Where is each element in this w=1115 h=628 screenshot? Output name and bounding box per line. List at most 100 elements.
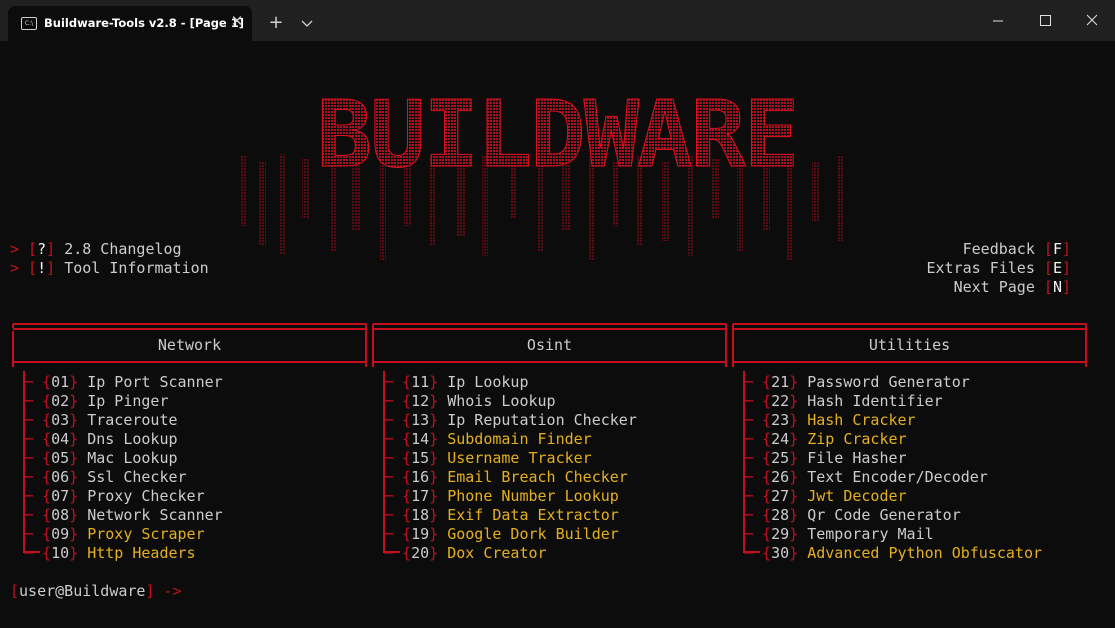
menu-item-label: Dox Creator xyxy=(447,544,547,562)
changelog-option[interactable]: > [?] 2.8 Changelog xyxy=(10,240,182,259)
menu-item-label: Phone Number Lookup xyxy=(447,487,619,505)
menu-item[interactable]: ─ {18} Exif Data Extractor xyxy=(384,506,619,525)
menu-item-number: 20 xyxy=(411,544,430,562)
prompt-arrow: -> xyxy=(163,582,182,600)
close-window-button[interactable] xyxy=(1069,0,1115,41)
menu-item-number: 26 xyxy=(771,468,790,486)
menu-item-label: Temporary Mail xyxy=(807,525,934,543)
menu-item-label: Jwt Decoder xyxy=(807,487,907,505)
menu-item-label: Password Generator xyxy=(807,373,970,391)
maximize-button[interactable] xyxy=(1022,0,1068,41)
menu-item-label: Zip Cracker xyxy=(807,430,907,448)
minimize-icon xyxy=(993,20,1003,22)
menu-item-label: Dns Lookup xyxy=(87,430,178,448)
network-header: Network xyxy=(157,336,222,354)
menu-item-number: 09 xyxy=(51,525,70,543)
menu-item[interactable]: ─ {28} Qr Code Generator xyxy=(744,506,961,525)
menu-item-label: Google Dork Builder xyxy=(447,525,619,543)
menu-item[interactable]: ─ {26} Text Encoder/Decoder xyxy=(744,468,988,487)
osint-header: Osint xyxy=(526,336,573,354)
menu-item-number: 03 xyxy=(51,411,70,429)
menu-item-number: 07 xyxy=(51,487,70,505)
terminal-area[interactable]: BUILDWARE > [?] 2.8 Changelog > [!] Tool… xyxy=(0,41,1115,628)
next-page-option[interactable]: Next Page [N] xyxy=(954,278,1071,297)
menu-item-label: Ip Reputation Checker xyxy=(447,411,637,429)
menu-item-label: Whois Lookup xyxy=(447,392,556,410)
menu-item-number: 24 xyxy=(771,430,790,448)
command-prompt[interactable]: [user@Buildware] -> xyxy=(10,582,182,601)
menu-item[interactable]: ─ {27} Jwt Decoder xyxy=(744,487,907,506)
menu-item-label: Mac Lookup xyxy=(87,449,178,467)
tab-dropdown-button[interactable] xyxy=(296,12,318,34)
menu-item-number: 08 xyxy=(51,506,70,524)
menu-item[interactable]: ─ {05} Mac Lookup xyxy=(24,449,178,468)
menu-item-number: 23 xyxy=(771,411,790,429)
menu-item-label: Ip Port Scanner xyxy=(87,373,223,391)
menu-item[interactable]: ─ {16} Email Breach Checker xyxy=(384,468,628,487)
menu-item-label: Exif Data Extractor xyxy=(447,506,619,524)
menu-item[interactable]: ─ {03} Traceroute xyxy=(24,411,178,430)
utilities-header: Utilities xyxy=(868,336,951,354)
logo-text: BUILDWARE xyxy=(317,81,798,188)
menu-item-number: 02 xyxy=(51,392,70,410)
menu-item[interactable]: ─ {01} Ip Port Scanner xyxy=(24,373,223,392)
menu-item-number: 01 xyxy=(51,373,70,391)
menu-item-number: 05 xyxy=(51,449,70,467)
menu-item-number: 25 xyxy=(771,449,790,467)
menu-item-number: 06 xyxy=(51,468,70,486)
extras-files-option[interactable]: Extras Files [E] xyxy=(927,259,1072,278)
buildware-logo: BUILDWARE xyxy=(240,81,843,261)
menu-item-label: Username Tracker xyxy=(447,449,592,467)
menu-item[interactable]: ─ {09} Proxy Scraper xyxy=(24,525,205,544)
menu-item[interactable]: ─ {21} Password Generator xyxy=(744,373,970,392)
menu-item[interactable]: ─ {10} Http Headers xyxy=(24,544,196,563)
menu-item[interactable]: ─ {06} Ssl Checker xyxy=(24,468,187,487)
new-tab-button[interactable]: + xyxy=(265,12,287,34)
menu-item-number: 22 xyxy=(771,392,790,410)
menu-item-number: 12 xyxy=(411,392,430,410)
menu-item-number: 21 xyxy=(771,373,790,391)
menu-item-label: Network Scanner xyxy=(87,506,223,524)
menu-item-label: Subdomain Finder xyxy=(447,430,592,448)
minimize-button[interactable] xyxy=(975,0,1021,41)
menu-item-number: 28 xyxy=(771,506,790,524)
menu-item-label: Proxy Scraper xyxy=(87,525,205,543)
menu-item-label: Ssl Checker xyxy=(87,468,187,486)
menu-item-label: Text Encoder/Decoder xyxy=(807,468,988,486)
terminal-tab[interactable]: C:\ Buildware-Tools v2.8 - [Page 1] ✕ xyxy=(8,6,252,41)
menu-item-label: Http Headers xyxy=(87,544,196,562)
menu-item[interactable]: ─ {14} Subdomain Finder xyxy=(384,430,592,449)
menu-item-label: Hash Identifier xyxy=(807,392,943,410)
menu-item-number: 15 xyxy=(411,449,430,467)
menu-item[interactable]: ─ {07} Proxy Checker xyxy=(24,487,205,506)
terminal-icon: C:\ xyxy=(21,17,37,30)
menu-item[interactable]: ─ {19} Google Dork Builder xyxy=(384,525,619,544)
menu-item-number: 10 xyxy=(51,544,70,562)
menu-item[interactable]: ─ {24} Zip Cracker xyxy=(744,430,907,449)
menu-item-number: 11 xyxy=(411,373,430,391)
menu-item-number: 29 xyxy=(771,525,790,543)
feedback-option[interactable]: Feedback [F] xyxy=(963,240,1071,259)
menu-item[interactable]: ─ {11} Ip Lookup xyxy=(384,373,529,392)
menu-item[interactable]: ─ {25} File Hasher xyxy=(744,449,907,468)
menu-item-label: File Hasher xyxy=(807,449,907,467)
menu-item[interactable]: ─ {17} Phone Number Lookup xyxy=(384,487,619,506)
close-icon xyxy=(1086,14,1098,26)
menu-item[interactable]: ─ {29} Temporary Mail xyxy=(744,525,934,544)
menu-item[interactable]: ─ {13} Ip Reputation Checker xyxy=(384,411,637,430)
close-tab-icon[interactable]: ✕ xyxy=(227,11,247,31)
menu-item[interactable]: ─ {20} Dox Creator xyxy=(384,544,547,563)
tool-info-option[interactable]: > [!] Tool Information xyxy=(10,259,209,278)
menu-item[interactable]: ─ {22} Hash Identifier xyxy=(744,392,943,411)
menu-item[interactable]: ─ {30} Advanced Python Obfuscator xyxy=(744,544,1042,563)
menu-item-number: 13 xyxy=(411,411,430,429)
menu-item[interactable]: ─ {08} Network Scanner xyxy=(24,506,223,525)
menu-item[interactable]: ─ {04} Dns Lookup xyxy=(24,430,178,449)
menu-item[interactable]: ─ {12} Whois Lookup xyxy=(384,392,556,411)
menu-item[interactable]: ─ {15} Username Tracker xyxy=(384,449,592,468)
tab-title: Buildware-Tools v2.8 - [Page 1] xyxy=(44,16,244,30)
prompt-user: user@Buildware xyxy=(19,582,146,600)
menu-item[interactable]: ─ {02} Ip Pinger xyxy=(24,392,169,411)
menu-item-number: 27 xyxy=(771,487,790,505)
menu-item[interactable]: ─ {23} Hash Cracker xyxy=(744,411,916,430)
